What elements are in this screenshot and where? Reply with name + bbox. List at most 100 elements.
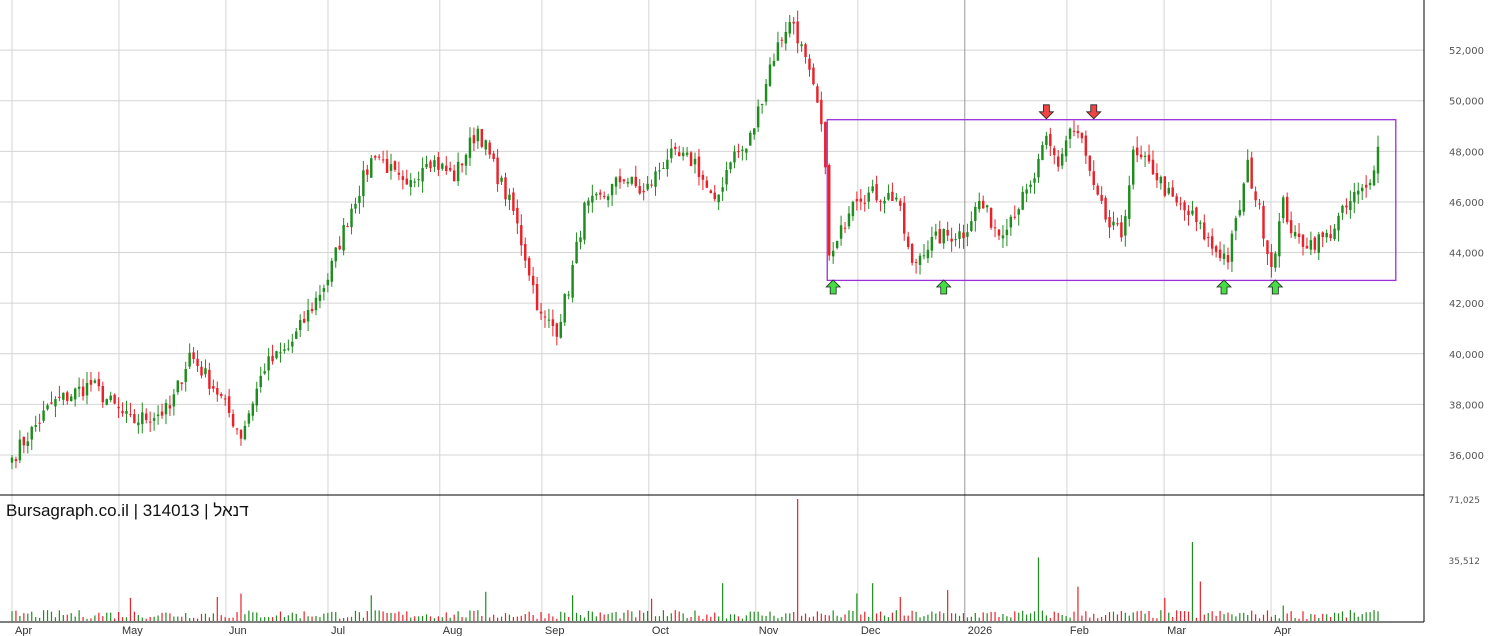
candle-body <box>970 221 973 231</box>
candle-body <box>405 178 409 185</box>
candle-body <box>1171 187 1174 197</box>
candle-body <box>381 159 385 161</box>
candle-body <box>449 167 452 171</box>
candle-body <box>504 177 507 200</box>
candle-body <box>342 224 345 251</box>
candle-body <box>701 174 705 180</box>
candle-body <box>1025 189 1028 194</box>
candle-body <box>1187 210 1190 216</box>
candle-body <box>756 106 760 128</box>
candle-body <box>974 206 977 221</box>
candle-body <box>1029 184 1032 188</box>
candle-body <box>409 180 412 188</box>
price-tick-label: 36,000 <box>1449 451 1484 462</box>
candle-body <box>875 184 878 201</box>
candle-body <box>1329 234 1332 239</box>
candle-body <box>421 167 424 182</box>
price-tick-label: 44,000 <box>1449 249 1484 260</box>
candle-body <box>476 128 480 142</box>
candle-body <box>488 142 491 155</box>
candle-body <box>1017 209 1020 215</box>
candle-body <box>212 386 215 389</box>
candle-body <box>1341 205 1344 213</box>
candle-body <box>737 151 740 153</box>
candle-body <box>1289 220 1293 234</box>
candle-body <box>527 258 531 276</box>
candle-body <box>942 228 945 244</box>
candle-body <box>808 58 811 70</box>
candle-body <box>662 168 665 170</box>
candle-body <box>855 199 859 202</box>
candle-body <box>227 396 231 414</box>
candle-body <box>1167 188 1170 194</box>
candle-body <box>437 157 440 170</box>
candle-body <box>725 169 728 185</box>
candle-body <box>551 319 555 326</box>
candle-body <box>851 201 855 217</box>
candle-body <box>824 122 827 168</box>
candle-body <box>1163 176 1167 196</box>
candle-body <box>847 213 851 227</box>
candle-body <box>954 239 957 241</box>
candle-body <box>670 148 673 159</box>
candle-body <box>958 231 961 239</box>
candle-body <box>1360 187 1364 192</box>
candle-body <box>176 380 180 393</box>
candle-body <box>137 422 140 426</box>
candle-body <box>223 398 227 400</box>
month-tick-label: May <box>122 625 143 636</box>
candle-body <box>1120 222 1123 238</box>
candle-body <box>259 375 262 388</box>
candle-body <box>393 161 397 170</box>
candle-body <box>10 457 14 463</box>
candle-body <box>1207 236 1210 239</box>
candle-body <box>989 207 993 228</box>
candle-body <box>117 406 120 409</box>
candle-body <box>831 250 835 257</box>
candle-body <box>417 179 420 181</box>
candle-body <box>1349 201 1352 211</box>
candle-body <box>1155 172 1159 181</box>
month-tick-label: Nov <box>759 625 779 636</box>
month-tick-label: 2026 <box>968 625 992 636</box>
candle-body <box>326 279 330 286</box>
candle-body <box>666 159 669 170</box>
candle-body <box>966 232 969 237</box>
candle-body <box>599 192 602 195</box>
candle-body <box>1143 155 1147 157</box>
candle-body <box>981 200 985 209</box>
candle-body <box>1309 240 1313 250</box>
candle-body <box>1128 185 1131 219</box>
candle-body <box>820 99 823 125</box>
candle-body <box>322 288 326 292</box>
candle-body <box>606 196 610 201</box>
month-tick-label: Apr <box>1274 625 1291 636</box>
candle-body <box>85 382 89 396</box>
candle-body <box>291 341 294 347</box>
candle-body <box>1080 132 1084 139</box>
candle-body <box>887 192 890 200</box>
candle-body <box>780 39 784 41</box>
candle-body <box>200 366 203 376</box>
candle-body <box>1325 232 1328 238</box>
candle-body <box>1183 202 1186 211</box>
candle-body <box>397 172 401 175</box>
volume-tick-label: 35,512 <box>1449 557 1481 567</box>
candle-body <box>867 192 870 202</box>
candle-body <box>208 369 211 389</box>
candle-body <box>196 358 199 367</box>
candle-body <box>1195 207 1198 223</box>
candle-body <box>745 148 748 153</box>
candle-body <box>938 229 941 244</box>
candle-body <box>910 244 914 263</box>
candle-body <box>602 195 606 198</box>
candle-body <box>1262 205 1265 239</box>
candle-body <box>591 195 594 203</box>
candle-body <box>812 67 815 85</box>
candle-body <box>681 152 685 157</box>
candle-body <box>1116 223 1119 225</box>
candle-body <box>255 388 258 406</box>
candle-body <box>500 177 503 182</box>
candle-body <box>1368 182 1372 186</box>
candle-body <box>1009 216 1013 228</box>
